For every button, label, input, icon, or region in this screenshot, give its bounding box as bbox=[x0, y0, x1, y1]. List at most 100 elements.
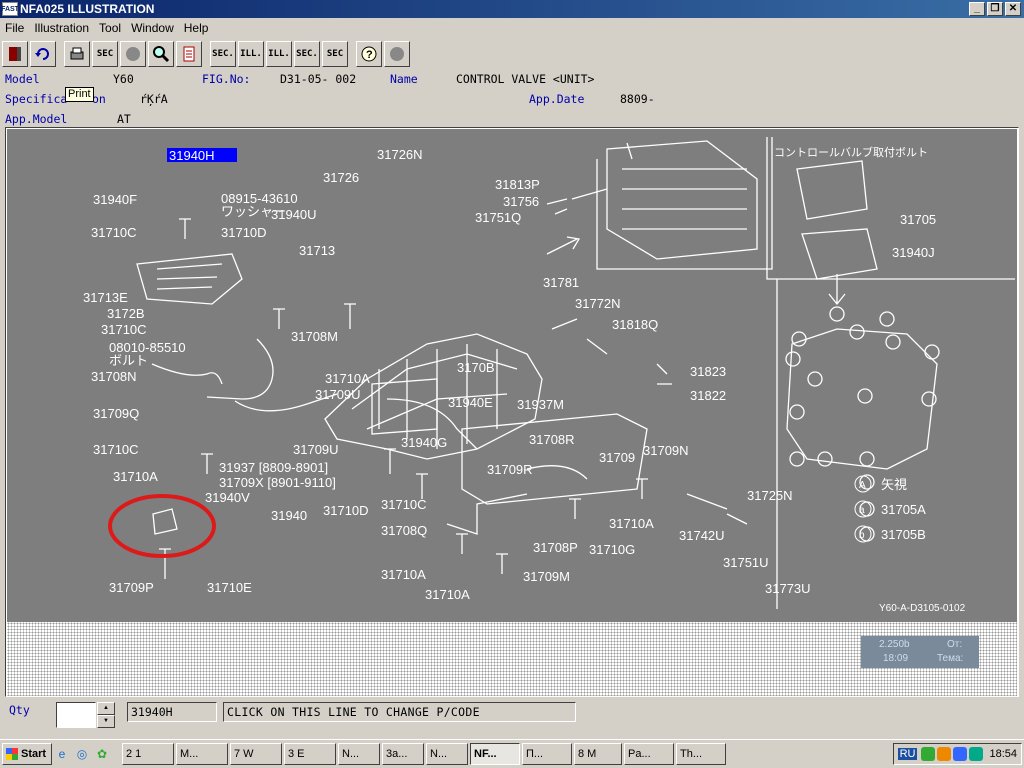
task-button-1[interactable]: 2 1 bbox=[122, 743, 174, 765]
part-label[interactable]: 31708M bbox=[291, 329, 338, 344]
part-label[interactable]: 31709U bbox=[293, 442, 339, 457]
part-label[interactable]: 31937M bbox=[517, 397, 564, 412]
circle2-icon[interactable] bbox=[384, 41, 410, 67]
part-label[interactable]: 31709U bbox=[315, 387, 361, 402]
menu-illustration[interactable]: Illustration bbox=[29, 21, 94, 35]
task-button-12[interactable]: Th... bbox=[676, 743, 726, 765]
part-code-field[interactable]: 31940H bbox=[127, 702, 217, 722]
part-label[interactable]: 31710D bbox=[323, 503, 369, 518]
part-label[interactable]: 31742U bbox=[679, 528, 725, 543]
part-label[interactable]: 31940 bbox=[271, 508, 307, 523]
outlook-icon[interactable]: ◎ bbox=[72, 744, 92, 764]
ill-next-button[interactable]: ILL. bbox=[266, 41, 292, 67]
part-label[interactable]: 31705 bbox=[900, 212, 936, 227]
part-label[interactable]: 31725N bbox=[747, 488, 793, 503]
part-label[interactable]: 31710A bbox=[609, 516, 654, 531]
part-label[interactable]: 31709R bbox=[487, 462, 533, 477]
language-indicator[interactable]: RU bbox=[897, 748, 918, 760]
undo-icon[interactable] bbox=[30, 41, 56, 67]
part-label[interactable]: ボルト bbox=[109, 353, 148, 368]
part-label[interactable]: 31713 bbox=[299, 243, 335, 258]
part-label[interactable]: 3172B bbox=[107, 306, 145, 321]
task-button-7[interactable]: N... bbox=[426, 743, 468, 765]
sec-prev-button[interactable]: SEC. bbox=[210, 41, 236, 67]
part-label[interactable]: 31709X [8901-9110] bbox=[219, 475, 336, 490]
tray-icon-2[interactable] bbox=[937, 747, 952, 761]
part-label[interactable]: 31709N bbox=[643, 443, 689, 458]
task-button-10[interactable]: 8 M bbox=[574, 743, 622, 765]
exit-icon[interactable] bbox=[2, 41, 28, 67]
flower-icon[interactable]: ✿ bbox=[92, 744, 112, 764]
menu-help[interactable]: Help bbox=[179, 21, 214, 35]
part-label[interactable]: 31710D bbox=[221, 225, 267, 240]
task-button-3[interactable]: 7 W bbox=[230, 743, 282, 765]
illustration-canvas[interactable]: 31726N 31726 31813P 31756 31751Q 31940F 08915-… bbox=[7, 129, 1017, 622]
part-label[interactable]: 31708P bbox=[533, 540, 578, 555]
sec-button[interactable]: SEC bbox=[92, 41, 118, 67]
part-label[interactable]: 31710E bbox=[207, 580, 252, 595]
part-label[interactable]: 31726 bbox=[323, 170, 359, 185]
change-pcode-line[interactable]: CLICK ON THIS LINE TO CHANGE P/CODE bbox=[223, 702, 576, 722]
part-label[interactable]: 31751U bbox=[723, 555, 769, 570]
sec-search-button[interactable]: SEC bbox=[322, 41, 348, 67]
ie-icon[interactable]: e bbox=[52, 744, 72, 764]
part-label[interactable]: 31940U bbox=[271, 207, 317, 222]
circle-icon[interactable] bbox=[120, 41, 146, 67]
ill-prev-button[interactable]: ILL. bbox=[238, 41, 264, 67]
part-label[interactable]: 31710G bbox=[589, 542, 635, 557]
print-icon[interactable] bbox=[64, 41, 90, 67]
part-label[interactable]: 31940J bbox=[892, 245, 935, 260]
part-label[interactable]: 31822 bbox=[690, 388, 726, 403]
task-button-2[interactable]: M... bbox=[176, 743, 228, 765]
selected-part-label[interactable]: 31940H bbox=[169, 148, 215, 163]
menu-file[interactable]: File bbox=[0, 21, 29, 35]
part-label[interactable]: 31710C bbox=[381, 497, 427, 512]
part-label[interactable]: 31940V bbox=[205, 490, 250, 505]
start-button[interactable]: Start bbox=[2, 743, 52, 765]
part-label[interactable]: 31756 bbox=[503, 194, 539, 209]
tray-icon-3[interactable] bbox=[953, 747, 968, 761]
part-label[interactable]: 31772N bbox=[575, 296, 621, 311]
part-label[interactable]: 31710A bbox=[425, 587, 470, 602]
part-label[interactable]: 31940F bbox=[93, 192, 137, 207]
mail-notification[interactable]: 2.250b 18:09 От: Тема: bbox=[861, 636, 979, 668]
part-label[interactable]: 3170B bbox=[457, 360, 495, 375]
document-icon[interactable] bbox=[176, 41, 202, 67]
part-label[interactable]: 31773U bbox=[765, 581, 811, 596]
part-label[interactable]: 31709Q bbox=[93, 406, 139, 421]
task-button-9[interactable]: П... bbox=[522, 743, 572, 765]
task-button-active[interactable]: NF... bbox=[470, 743, 520, 765]
part-label[interactable]: 31726N bbox=[377, 147, 423, 162]
part-label[interactable]: 31709M bbox=[523, 569, 570, 584]
part-label[interactable]: 31823 bbox=[690, 364, 726, 379]
part-label[interactable]: 31709P bbox=[109, 580, 154, 595]
part-label[interactable]: 31708R bbox=[529, 432, 575, 447]
task-button-4[interactable]: 3 E bbox=[284, 743, 336, 765]
part-label[interactable]: 31710C bbox=[93, 442, 139, 457]
part-label[interactable]: 31710C bbox=[101, 322, 147, 337]
part-label[interactable]: 31708Q bbox=[381, 523, 427, 538]
task-button-11[interactable]: Pa... bbox=[624, 743, 674, 765]
restore-button[interactable]: ❐ bbox=[987, 2, 1003, 16]
menu-tool[interactable]: Tool bbox=[94, 21, 126, 35]
tray-icon-4[interactable] bbox=[969, 747, 984, 761]
part-label[interactable]: 31940G bbox=[401, 435, 447, 450]
find-icon[interactable] bbox=[148, 41, 174, 67]
sec-next-button[interactable]: SEC. bbox=[294, 41, 320, 67]
part-label[interactable]: 31937 [8809-8901] bbox=[219, 460, 328, 475]
qty-spinner[interactable]: ▲ ▼ bbox=[97, 702, 115, 728]
task-button-6[interactable]: 3a... bbox=[382, 743, 424, 765]
part-label[interactable]: 31813P bbox=[495, 177, 540, 192]
part-label[interactable]: 31709 bbox=[599, 450, 635, 465]
task-button-5[interactable]: N... bbox=[338, 743, 380, 765]
part-label[interactable]: 31751Q bbox=[475, 210, 521, 225]
part-label[interactable]: 31710A bbox=[381, 567, 426, 582]
part-label[interactable]: 31710A bbox=[325, 371, 370, 386]
spin-up-icon[interactable]: ▲ bbox=[97, 702, 115, 715]
part-label[interactable]: 31940E bbox=[448, 395, 493, 410]
spin-down-icon[interactable]: ▼ bbox=[97, 715, 115, 728]
close-button[interactable]: ✕ bbox=[1005, 2, 1021, 16]
help-icon[interactable]: ? bbox=[356, 41, 382, 67]
tray-icon-1[interactable] bbox=[921, 747, 936, 761]
part-label[interactable]: 31781 bbox=[543, 275, 579, 290]
